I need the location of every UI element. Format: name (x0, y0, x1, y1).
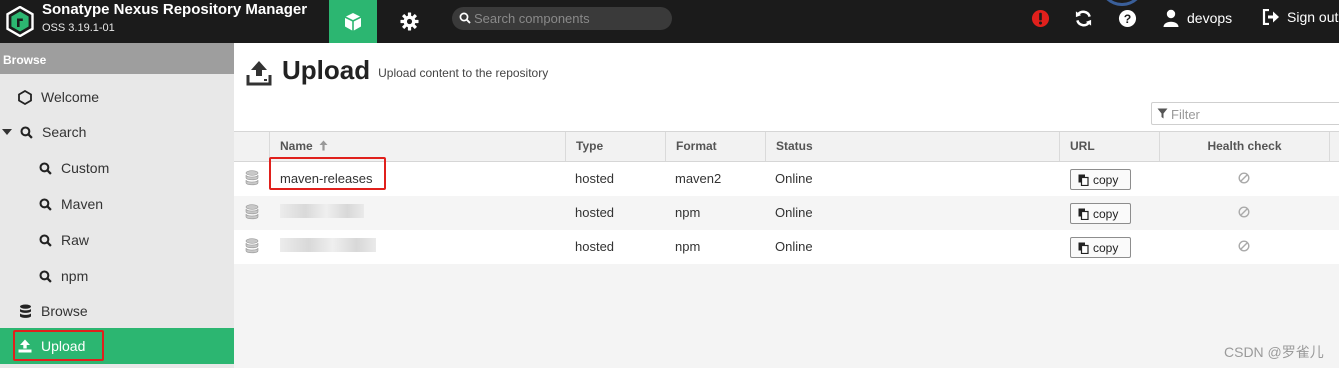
database-icon (245, 238, 259, 254)
search-icon (37, 161, 53, 175)
search-icon (18, 125, 34, 139)
sidebar-item-custom[interactable]: Custom (0, 150, 234, 186)
copy-url-button[interactable]: copy (1070, 169, 1131, 190)
repo-type: hosted (575, 171, 615, 186)
copy-label: copy (1093, 206, 1119, 221)
sidebar-item-label: Browse (41, 303, 88, 319)
sidebar: Browse Welcome Search Custom Maven Raw n… (0, 43, 234, 368)
chevron-down-icon (2, 128, 12, 136)
repo-status: Online (775, 205, 813, 220)
column-header-status[interactable]: Status (765, 132, 1059, 161)
column-header-health[interactable]: Health check (1159, 132, 1329, 161)
repo-status: Online (775, 239, 813, 254)
column-header-format[interactable]: Format (665, 132, 765, 161)
search-icon (459, 12, 471, 24)
filter-box[interactable] (1151, 102, 1339, 125)
copy-icon (1078, 242, 1089, 254)
repo-format: maven2 (675, 171, 722, 186)
health-check-disabled-icon (1238, 240, 1250, 252)
upload-icon (246, 61, 272, 86)
table-row[interactable]: maven-releases hosted maven2 Online copy (234, 162, 1339, 196)
copy-url-button[interactable]: copy (1070, 237, 1131, 258)
app-title: Sonatype Nexus Repository Manager (42, 1, 308, 18)
help-button[interactable]: ? (1117, 8, 1137, 28)
column-header-extra (1329, 132, 1339, 161)
signout-label: Sign out (1287, 9, 1339, 25)
refresh-button[interactable] (1073, 8, 1093, 28)
table-row[interactable]: hosted npm Online copy (234, 230, 1339, 264)
sidebar-item-npm[interactable]: npm (0, 258, 234, 294)
user-icon (1163, 9, 1179, 27)
sidebar-item-label: Maven (61, 196, 104, 212)
database-icon (245, 170, 259, 186)
page-header: Upload Upload content to the repository (246, 55, 548, 86)
highlight-box-upload (13, 330, 104, 361)
table-row[interactable]: hosted npm Online copy (234, 196, 1339, 230)
copy-icon (1078, 208, 1089, 220)
database-icon (245, 204, 259, 220)
sidebar-item-search[interactable]: Search (0, 114, 234, 150)
empty-grid-area (234, 264, 1339, 368)
table-header: Name Type Format Status URL Health check (234, 131, 1339, 162)
repo-type: hosted (575, 239, 615, 254)
nav-browse-button[interactable] (329, 0, 377, 43)
sort-ascending-icon (319, 140, 328, 151)
search-components[interactable] (452, 7, 672, 30)
column-label: Name (280, 139, 313, 153)
repo-status: Online (775, 171, 813, 186)
gear-icon (399, 12, 419, 31)
system-alert-button[interactable] (1030, 8, 1050, 28)
page-subtitle: Upload content to the repository (378, 66, 549, 80)
column-header-type[interactable]: Type (565, 132, 665, 161)
sidebar-item-label: Search (42, 124, 87, 140)
search-icon (37, 269, 53, 283)
help-icon: ? (1118, 9, 1136, 27)
highlight-box-maven-releases (269, 157, 386, 190)
copy-url-button[interactable]: copy (1070, 203, 1131, 224)
copy-icon (1078, 174, 1089, 186)
sidebar-item-label: Welcome (41, 89, 100, 105)
search-icon (37, 233, 53, 247)
user-menu[interactable]: devops (1163, 9, 1232, 27)
column-header-url[interactable]: URL (1059, 132, 1159, 161)
filter-input[interactable] (1171, 105, 1336, 123)
cube-icon (344, 12, 362, 31)
sidebar-item-raw[interactable]: Raw (0, 222, 234, 258)
repo-type: hosted (575, 205, 615, 220)
sidebar-item-browse[interactable]: Browse (0, 293, 234, 329)
cursor-highlight (1099, 0, 1145, 6)
sign-out-icon (1262, 9, 1279, 25)
sidebar-item-label: npm (61, 268, 89, 284)
signout-button[interactable]: Sign out (1262, 9, 1338, 25)
copy-label: copy (1093, 172, 1119, 187)
alert-icon (1031, 9, 1049, 27)
copy-label: copy (1093, 240, 1119, 255)
watermark: CSDN @罗雀儿 (1224, 344, 1324, 360)
sidebar-section-title: Browse (0, 43, 234, 74)
hexagon-icon (17, 89, 33, 105)
health-check-disabled-icon (1238, 172, 1250, 184)
health-check-disabled-icon (1238, 206, 1250, 218)
repo-format: npm (675, 205, 701, 220)
redacted-repo-name (280, 238, 376, 252)
database-icon (17, 304, 33, 319)
sidebar-item-label: Raw (61, 232, 90, 248)
nexus-logo-icon (6, 6, 34, 37)
sidebar-item-welcome[interactable]: Welcome (0, 79, 234, 115)
sidebar-item-maven[interactable]: Maven (0, 186, 234, 222)
page-title: Upload (282, 55, 371, 85)
main-content: Upload Upload content to the repository … (234, 43, 1339, 368)
user-name: devops (1187, 10, 1233, 26)
sidebar-item-label: Custom (61, 160, 110, 176)
search-icon (37, 197, 53, 211)
repo-format: npm (675, 239, 701, 254)
search-input[interactable] (474, 9, 664, 28)
top-bar: Sonatype Nexus Repository Manager OSS 3.… (0, 0, 1339, 43)
svg-text:?: ? (1123, 11, 1131, 25)
nav-administration-button[interactable] (386, 0, 432, 43)
filter-icon (1157, 108, 1168, 119)
refresh-icon (1075, 10, 1091, 26)
app-version: OSS 3.19.1-01 (42, 22, 115, 34)
redacted-repo-name (280, 204, 364, 218)
